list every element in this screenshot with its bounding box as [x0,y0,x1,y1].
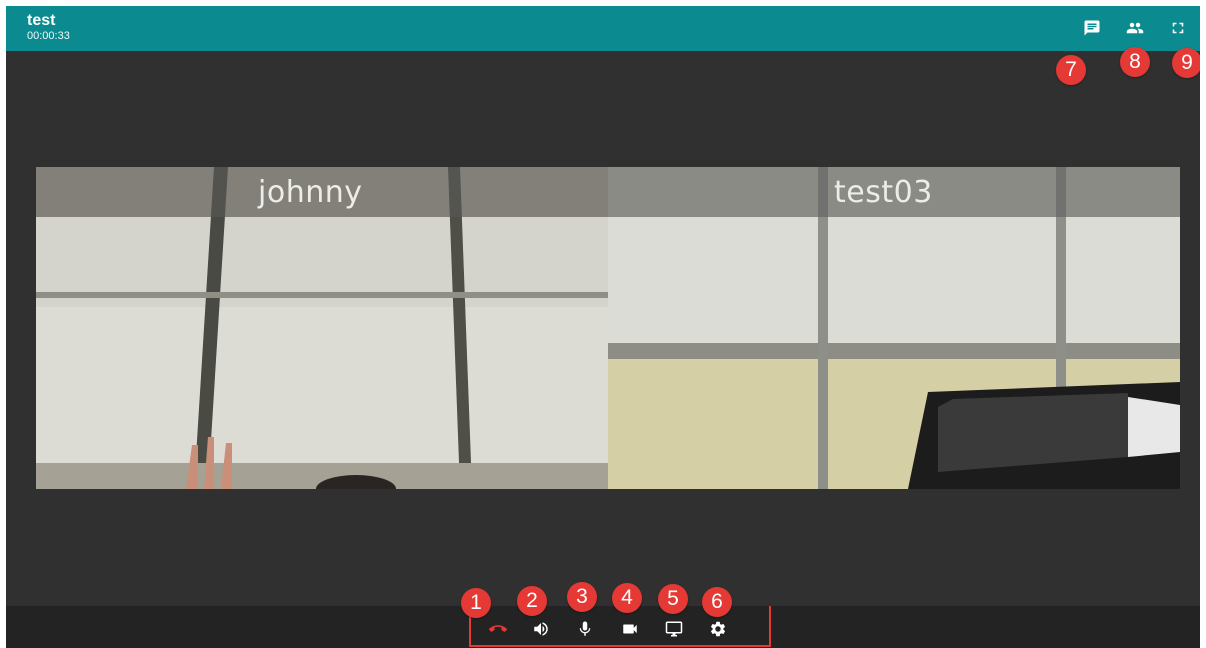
speaker-button[interactable] [528,616,554,642]
annotation-badge-1: 1 [461,588,491,618]
fullscreen-button[interactable] [1165,15,1191,41]
annotation-badge-9: 9 [1172,48,1200,78]
hangup-button[interactable] [485,616,511,642]
microphone-button[interactable] [572,616,598,642]
annotation-badge-7: 7 [1056,55,1086,85]
monitor-icon [665,621,683,637]
camera-button[interactable] [617,616,643,642]
chat-icon [1084,20,1100,36]
video-tile-test03[interactable]: test03 [608,167,1180,489]
screen-share-button[interactable] [661,616,687,642]
volume-icon [534,622,548,636]
call-toolbar [6,606,1200,648]
people-icon [1126,22,1144,34]
chat-button[interactable] [1079,15,1105,41]
call-timer: 00:00:33 [27,30,70,42]
video-stage: johnny test03 [6,51,1200,606]
annotation-badge-4: 4 [612,583,642,613]
participant-name: johnny [258,175,363,210]
settings-button[interactable] [705,616,731,642]
video-tile-johnny[interactable]: johnny [36,167,608,489]
mic-icon [579,621,591,636]
call-title: test [27,12,56,29]
call-header: test 00:00:33 [6,6,1200,51]
video-call-window: test 00:00:33 johnny test03 1 2 3 4 5 6 … [6,6,1200,648]
videocam-icon [623,624,637,634]
call-end-icon [489,625,507,632]
annotation-badge-6: 6 [702,587,732,617]
participants-button[interactable] [1122,15,1148,41]
annotation-badge-5: 5 [658,584,688,614]
annotation-badge-3: 3 [567,582,597,612]
fullscreen-icon [1172,22,1184,34]
annotation-badge-8: 8 [1120,47,1150,77]
annotation-badge-2: 2 [517,586,547,616]
gear-icon [710,621,726,637]
participant-name: test03 [834,175,933,210]
